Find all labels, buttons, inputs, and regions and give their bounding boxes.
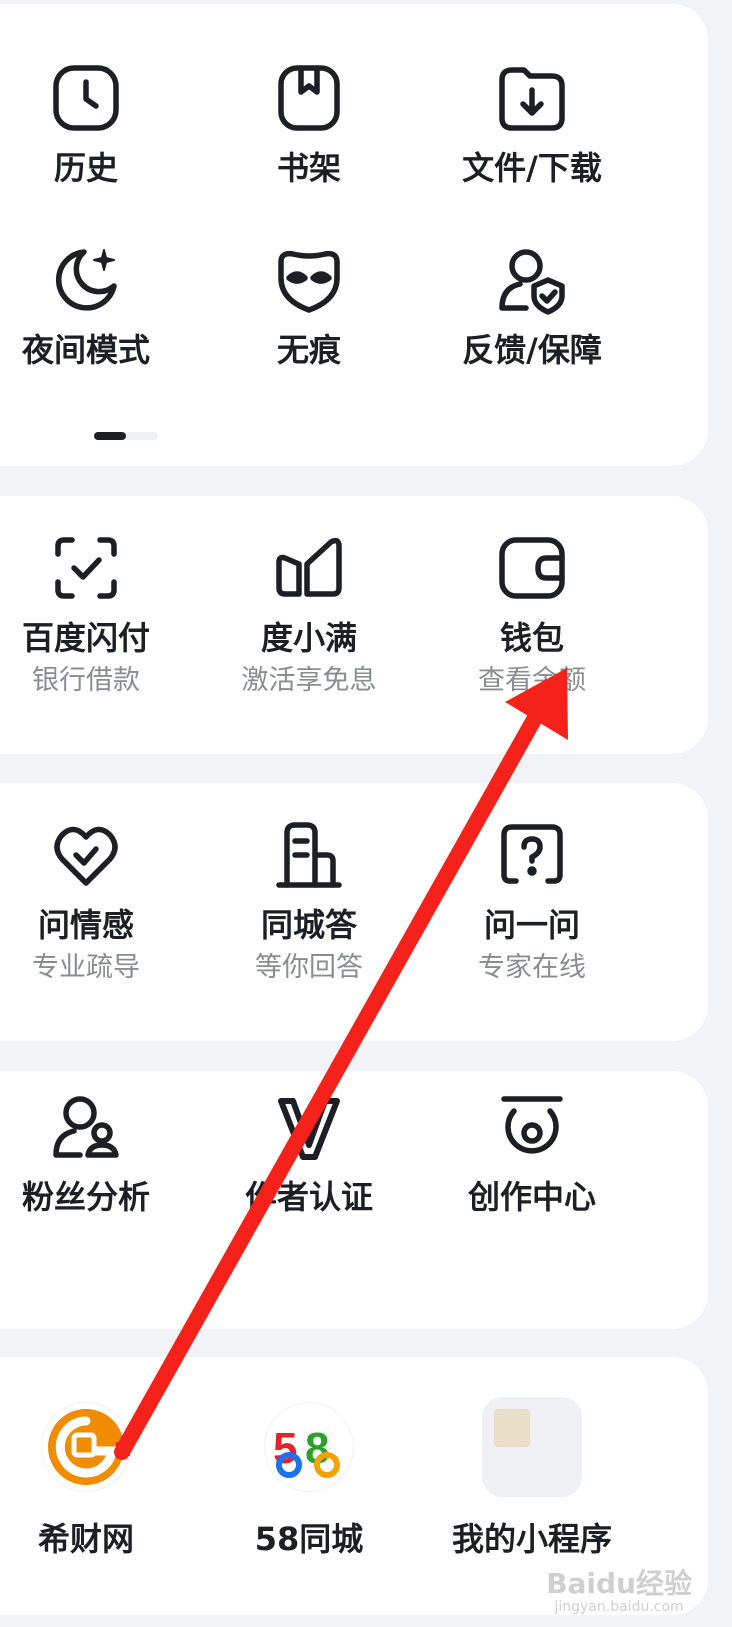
baidu-pay-label: 百度闪付 bbox=[21, 619, 150, 657]
fans-label: 粉丝分析 bbox=[21, 1178, 150, 1216]
bookshelf-entry[interactable]: 书架 bbox=[199, 62, 419, 188]
creator-card: 粉丝分析 作者认证 创作中心 bbox=[0, 1071, 708, 1329]
night-mode-entry[interactable]: 夜间模式 bbox=[0, 244, 196, 370]
wallet-sub: 查看余额 bbox=[478, 665, 586, 696]
finance-card: 百度闪付 银行借款 度小满 激活享免息 钱包 查看余额 bbox=[0, 496, 708, 754]
heart-icon bbox=[50, 819, 122, 891]
58-logo-icon: 5 8 bbox=[265, 1403, 353, 1491]
wallet-icon bbox=[496, 532, 568, 604]
download-entry[interactable]: 文件/下载 bbox=[422, 62, 642, 188]
verified-v-icon bbox=[273, 1091, 345, 1163]
duxiaoman-sub: 激活享免息 bbox=[241, 665, 377, 696]
mini-program-icon bbox=[482, 1397, 582, 1497]
tools-card: 历史 书架 文件/下载 夜间模式 无痕 反馈/保障 bbox=[0, 4, 708, 466]
download-label: 文件/下载 bbox=[462, 149, 602, 187]
building-icon bbox=[273, 819, 345, 891]
baidu-pay-sub: 银行借款 bbox=[32, 665, 140, 696]
fans-entry[interactable]: 粉丝分析 bbox=[0, 1091, 196, 1217]
xicai-label: 希财网 bbox=[37, 1520, 134, 1558]
emotion-sub: 专业疏导 bbox=[32, 952, 140, 983]
moon-icon bbox=[50, 244, 122, 316]
mini-program-thumb bbox=[494, 1409, 530, 1447]
wallet-entry[interactable]: 钱包 查看余额 bbox=[422, 532, 642, 698]
ask-entry[interactable]: 问一问 专家在线 bbox=[422, 819, 642, 985]
feedback-label: 反馈/保障 bbox=[462, 331, 602, 369]
qa-card: 问情感 专业疏导 同城答 等你回答 问一问 专家在线 bbox=[0, 783, 708, 1041]
night-mode-label: 夜间模式 bbox=[21, 331, 150, 369]
author-verify-label: 作者认证 bbox=[244, 1178, 373, 1216]
incognito-label: 无痕 bbox=[276, 331, 341, 369]
creator-center-entry[interactable]: 创作中心 bbox=[422, 1091, 642, 1217]
ask-sub: 专家在线 bbox=[478, 952, 586, 983]
scan-check-icon bbox=[50, 532, 122, 604]
watermark: Baidu经验 jingyan.baidu.com bbox=[546, 1567, 692, 1616]
creator-center-label: 创作中心 bbox=[467, 1178, 596, 1216]
creator-icon bbox=[496, 1091, 568, 1163]
mask-icon bbox=[273, 244, 345, 316]
question-icon bbox=[496, 819, 568, 891]
page-indicator-active bbox=[94, 432, 126, 440]
my-mini-program-entry[interactable]: 我的小程序 bbox=[422, 1397, 642, 1559]
xicai-logo-icon bbox=[42, 1403, 130, 1491]
ask-label: 问一问 bbox=[483, 906, 580, 944]
wallet-label: 钱包 bbox=[499, 619, 564, 657]
user-shield-icon bbox=[496, 244, 568, 316]
baidu-pay-entry[interactable]: 百度闪付 银行借款 bbox=[0, 532, 196, 698]
page-indicator bbox=[94, 432, 158, 440]
clock-icon bbox=[50, 62, 122, 134]
watermark-main: Baidu经验 bbox=[546, 1567, 692, 1600]
bookshelf-label: 书架 bbox=[276, 149, 341, 187]
bookshelf-icon bbox=[273, 62, 345, 134]
local-answer-sub: 等你回答 bbox=[255, 952, 363, 983]
duxiaoman-entry[interactable]: 度小满 激活享免息 bbox=[199, 532, 419, 698]
local-answer-label: 同城答 bbox=[260, 906, 357, 944]
duxiaoman-icon bbox=[273, 532, 345, 604]
download-folder-icon bbox=[496, 62, 568, 134]
author-verify-entry[interactable]: 作者认证 bbox=[199, 1091, 419, 1217]
fans-icon bbox=[50, 1091, 122, 1163]
xicai-entry[interactable]: 希财网 bbox=[0, 1403, 196, 1559]
feedback-entry[interactable]: 反馈/保障 bbox=[422, 244, 642, 370]
emotion-label: 问情感 bbox=[37, 906, 134, 944]
58-label: 58同城 bbox=[254, 1520, 364, 1558]
my-mini-program-label: 我的小程序 bbox=[451, 1520, 612, 1558]
incognito-entry[interactable]: 无痕 bbox=[199, 244, 419, 370]
58-entry[interactable]: 5 8 58同城 bbox=[199, 1403, 419, 1559]
history-label: 历史 bbox=[53, 149, 118, 187]
page: 历史 书架 文件/下载 夜间模式 无痕 反馈/保障 百度闪付 银行借款 度小满 … bbox=[0, 0, 732, 1627]
emotion-entry[interactable]: 问情感 专业疏导 bbox=[0, 819, 196, 985]
watermark-sub: jingyan.baidu.com bbox=[554, 1599, 684, 1615]
local-answer-entry[interactable]: 同城答 等你回答 bbox=[199, 819, 419, 985]
duxiaoman-label: 度小满 bbox=[260, 619, 357, 657]
history-entry[interactable]: 历史 bbox=[0, 62, 196, 188]
